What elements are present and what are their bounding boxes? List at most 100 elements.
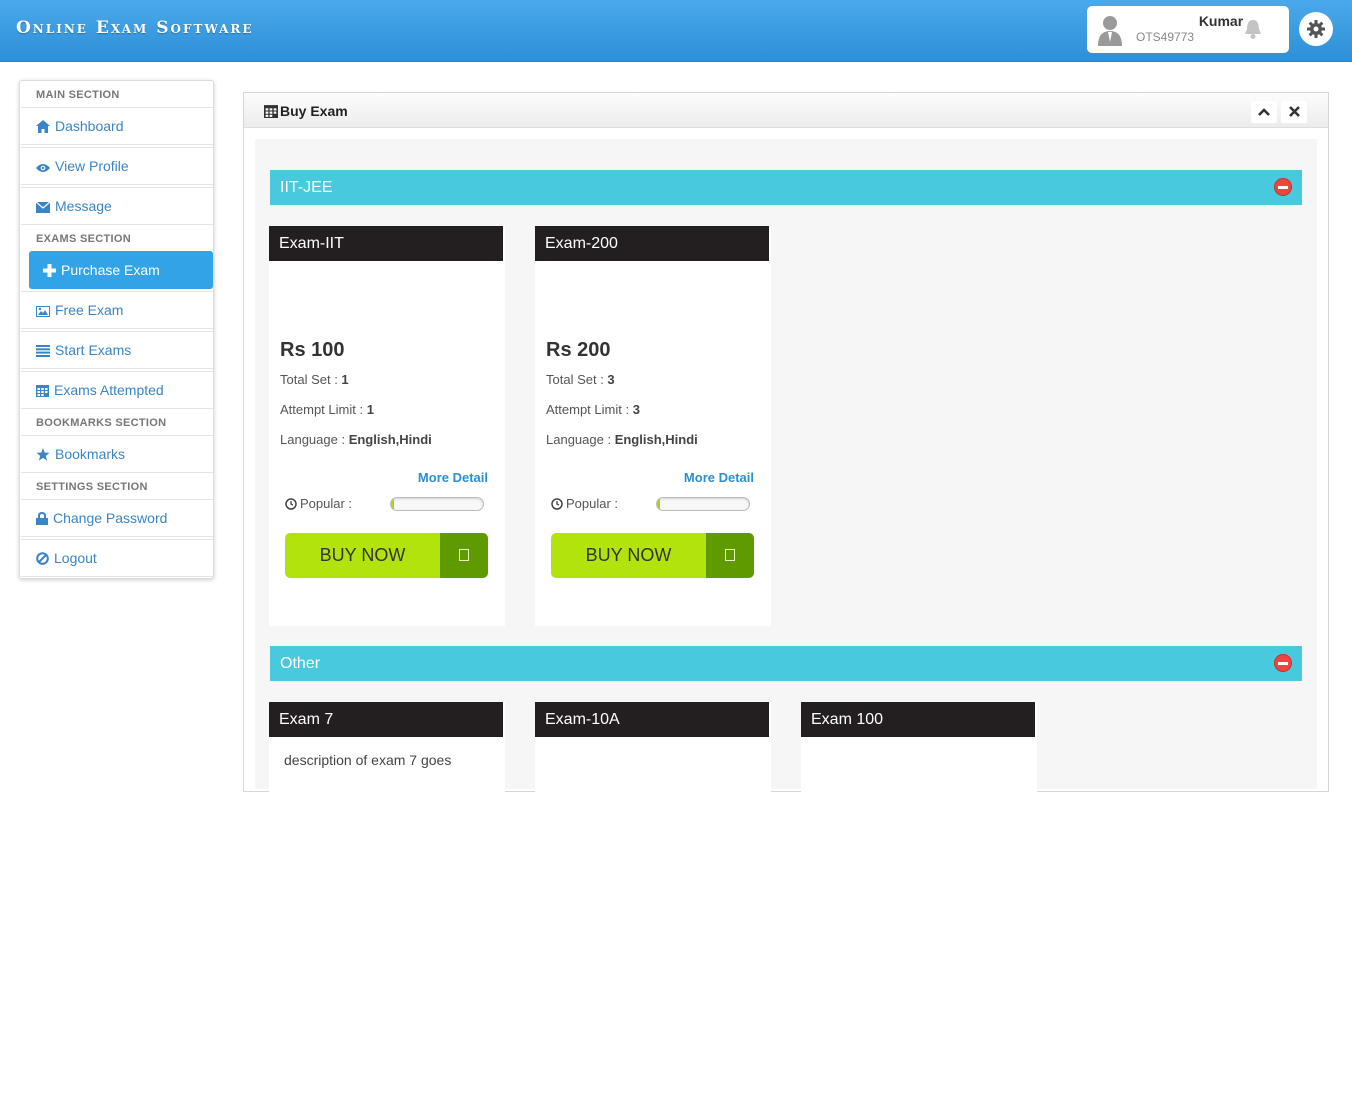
home-icon	[36, 120, 50, 133]
total-set: Total Set : 3	[546, 372, 615, 387]
calendar-icon	[36, 385, 49, 397]
sidebar-item-label: Exams Attempted	[54, 382, 164, 398]
bookmarks-section-label: BOOKMARKS SECTION	[36, 417, 167, 429]
minus-circle-icon[interactable]	[1274, 654, 1292, 672]
list-icon	[36, 345, 50, 357]
sidebar-item-start-exams[interactable]: Start Exams	[21, 331, 213, 369]
ban-icon	[36, 552, 49, 565]
app-title: Online Exam Software	[16, 18, 254, 38]
close-button[interactable]	[1281, 101, 1307, 123]
sidebar-item-label: Bookmarks	[55, 446, 126, 462]
sidebar-item-label: Start Exams	[55, 342, 132, 358]
language: Language : English,Hindi	[280, 432, 432, 447]
top-header-bar: Online Exam Software Kumar OTS49773	[0, 0, 1352, 62]
lock-icon	[36, 511, 48, 525]
total-set-value: 1	[341, 372, 349, 387]
cart-icon	[440, 533, 488, 578]
attempt-limit-label: Attempt Limit :	[546, 402, 633, 417]
user-profile-box[interactable]: Kumar OTS49773	[1087, 6, 1289, 53]
settings-section-label: SETTINGS SECTION	[36, 481, 148, 493]
exam-card: Exam-10A	[535, 702, 771, 1102]
gear-icon	[1307, 20, 1325, 38]
sidebar-item-view-profile[interactable]: View Profile	[21, 147, 213, 185]
popular-label-text: Popular :	[300, 496, 353, 511]
bell-icon[interactable]	[1243, 18, 1263, 40]
sidebar-item-bookmarks[interactable]: Bookmarks	[21, 435, 213, 473]
star-icon	[36, 448, 50, 461]
sidebar-item-logout[interactable]: Logout	[21, 539, 213, 577]
cart-icon	[706, 533, 754, 578]
user-avatar-icon	[1098, 16, 1122, 46]
buy-now-label: BUY NOW	[285, 533, 440, 578]
popularity-fill	[391, 498, 394, 510]
popularity-bar	[390, 497, 484, 511]
sidebar-item-label: View Profile	[55, 158, 129, 174]
attempt-limit-label: Attempt Limit :	[280, 402, 367, 417]
sidebar-item-change-password[interactable]: Change Password	[21, 499, 213, 537]
plus-icon	[43, 264, 56, 277]
clock-icon	[551, 498, 563, 510]
language: Language : English,Hindi	[546, 432, 698, 447]
popularity-bar	[656, 497, 750, 511]
panel-title: Buy Exam	[264, 103, 348, 119]
minus-circle-icon[interactable]	[1274, 178, 1292, 196]
envelope-icon	[35, 201, 51, 213]
language-value: English,Hindi	[348, 432, 432, 447]
sidebar-item-label: Logout	[54, 550, 97, 566]
close-icon	[1288, 106, 1300, 117]
user-id: OTS49773	[1136, 30, 1195, 44]
sidebar-item-message[interactable]: Message	[21, 187, 213, 225]
popular-label: Popular :	[285, 496, 352, 511]
popular-label-text: Popular :	[566, 496, 619, 511]
category-bar-iit-jee[interactable]: IIT-JEE	[270, 170, 1302, 205]
exam-card: Exam 100	[801, 702, 1037, 1102]
total-set-label: Total Set :	[280, 372, 342, 387]
category-bar-other[interactable]: Other	[270, 646, 1302, 681]
exam-card: Exam-IIT Rs 100 Total Set : 1 Attempt Li…	[269, 226, 505, 626]
sidebar-item-label: Purchase Exam	[61, 262, 160, 278]
calendar-icon	[264, 105, 278, 118]
exam-title: Exam-IIT	[269, 226, 503, 261]
panel-body: IIT-JEE Exam-IIT Rs 100 Total Set : 1 At…	[255, 139, 1317, 1102]
popular-label: Popular :	[551, 496, 618, 511]
exams-section-label: EXAMS SECTION	[36, 233, 131, 245]
sidebar-item-free-exam[interactable]: Free Exam	[21, 291, 213, 329]
language-value: English,Hindi	[614, 432, 698, 447]
panel-header: Buy Exam	[244, 93, 1328, 128]
chevron-up-icon	[1258, 108, 1270, 116]
more-detail-link[interactable]: More Detail	[418, 470, 488, 485]
exam-title: Exam-10A	[535, 702, 769, 737]
exam-card: Exam-200 Rs 200 Total Set : 3 Attempt Li…	[535, 226, 771, 626]
exam-title: Exam 100	[801, 702, 1035, 737]
total-set-value: 3	[607, 372, 615, 387]
sidebar-item-dashboard[interactable]: Dashboard	[21, 107, 213, 145]
attempt-limit-value: 1	[366, 402, 374, 417]
language-label: Language :	[280, 432, 349, 447]
popularity-fill	[657, 498, 660, 510]
exam-description: description of exam 7 goes	[284, 752, 452, 768]
eye-icon	[36, 164, 50, 172]
sidebar-item-label: Free Exam	[55, 302, 124, 318]
sidebar-item-exams-attempted[interactable]: Exams Attempted	[21, 371, 213, 409]
attempt-limit: Attempt Limit : 1	[280, 402, 374, 417]
more-detail-link[interactable]: More Detail	[684, 470, 754, 485]
sidebar-item-label: Change Password	[53, 510, 168, 526]
buy-now-label: BUY NOW	[551, 533, 706, 578]
sidebar-item-purchase-exam[interactable]: Purchase Exam	[29, 251, 213, 289]
language-label: Language :	[546, 432, 615, 447]
panel-title-text: Buy Exam	[280, 103, 348, 119]
exam-price: Rs 100	[280, 339, 345, 361]
buy-now-button[interactable]: BUY NOW	[551, 533, 754, 578]
sidebar-item-label: Dashboard	[55, 118, 124, 134]
exam-title: Exam-200	[535, 226, 769, 261]
settings-button[interactable]	[1299, 12, 1333, 46]
attempt-limit: Attempt Limit : 3	[546, 402, 640, 417]
category-name: IIT-JEE	[280, 179, 333, 196]
collapse-button[interactable]	[1251, 101, 1277, 123]
main-section-label: MAIN SECTION	[36, 89, 120, 101]
clock-icon	[285, 498, 297, 510]
picture-icon	[36, 306, 50, 317]
exam-price: Rs 200	[546, 339, 611, 361]
buy-now-button[interactable]: BUY NOW	[285, 533, 488, 578]
exam-title: Exam 7	[269, 702, 503, 737]
